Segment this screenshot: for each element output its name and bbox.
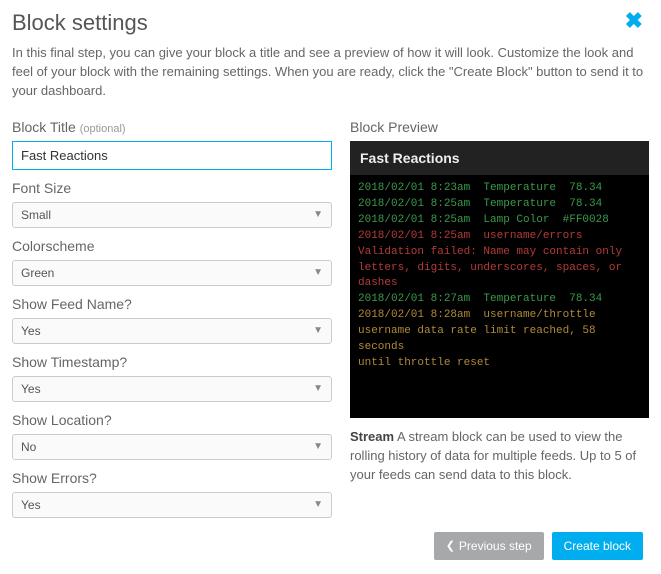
show-location-label: Show Location? [12,412,332,428]
block-title-label: Block Title (optional) [12,119,332,135]
log-line: letters, digits, underscores, spaces, or… [358,261,641,293]
log-line: Validation failed: Name may contain only [358,245,641,261]
settings-form: Block Title (optional) Font Size Small▼ … [12,119,332,518]
chevron-left-icon: ❮ [446,539,455,552]
log-line: username data rate limit reached, 58 sec… [358,324,641,356]
chevron-down-icon: ▼ [313,499,323,510]
log-line: until throttle reset [358,356,641,372]
log-line: 2018/02/01 8:25am Temperature 78.34 [358,197,641,213]
preview-block-title: Fast Reactions [350,141,649,175]
chevron-down-icon: ▼ [313,325,323,336]
show-errors-select[interactable]: Yes▼ [12,492,332,518]
font-size-label: Font Size [12,180,332,196]
block-preview: Fast Reactions 2018/02/01 8:23am Tempera… [350,141,649,419]
preview-description: Stream A stream block can be used to vie… [350,428,649,485]
preview-section-title: Block Preview [350,119,649,135]
show-feed-name-select[interactable]: Yes▼ [12,318,332,344]
log-line: 2018/02/01 8:28am username/throttle [358,308,641,324]
create-block-button[interactable]: Create block [552,532,643,560]
show-timestamp-select[interactable]: Yes▼ [12,376,332,402]
log-line: 2018/02/01 8:23am Temperature 78.34 [358,181,641,197]
log-line: 2018/02/01 8:25am username/errors [358,229,641,245]
colorscheme-label: Colorscheme [12,238,332,254]
show-location-select[interactable]: No▼ [12,434,332,460]
block-title-input[interactable] [12,141,332,170]
chevron-down-icon: ▼ [313,383,323,394]
log-line: 2018/02/01 8:27am Temperature 78.34 [358,292,641,308]
colorscheme-select[interactable]: Green▼ [12,260,332,286]
log-line: 2018/02/01 8:25am Lamp Color #FF0028 [358,213,641,229]
previous-step-button[interactable]: ❮ Previous step [434,532,544,560]
close-icon[interactable]: ✖ [625,10,649,32]
show-errors-label: Show Errors? [12,470,332,486]
chevron-down-icon: ▼ [313,441,323,452]
chevron-down-icon: ▼ [313,209,323,220]
intro-text: In this final step, you can give your bl… [12,44,649,101]
show-timestamp-label: Show Timestamp? [12,354,332,370]
show-feed-name-label: Show Feed Name? [12,296,332,312]
page-title: Block settings [12,10,148,36]
chevron-down-icon: ▼ [313,267,323,278]
footer-actions: ❮ Previous step Create block [12,532,649,560]
preview-log: 2018/02/01 8:23am Temperature 78.34 2018… [350,175,649,378]
font-size-select[interactable]: Small▼ [12,202,332,228]
